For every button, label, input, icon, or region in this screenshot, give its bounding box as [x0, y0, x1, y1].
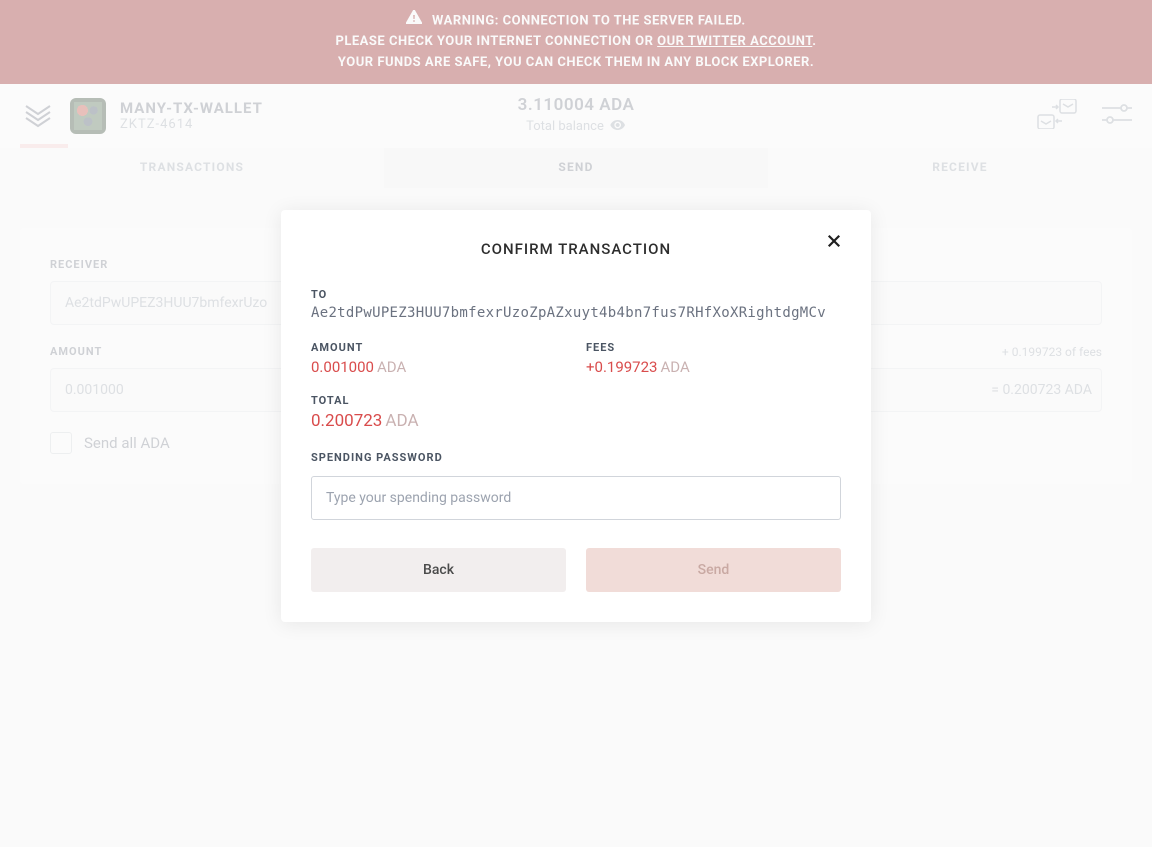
- modal-password-label: SPENDING PASSWORD: [311, 451, 841, 464]
- confirm-transaction-modal: CONFIRM TRANSACTION TO Ae2tdPwUPEZ3HUU7b…: [281, 210, 871, 622]
- modal-amount-currency: ADA: [377, 358, 406, 376]
- modal-overlay: CONFIRM TRANSACTION TO Ae2tdPwUPEZ3HUU7b…: [0, 0, 1152, 847]
- spending-password-input[interactable]: [311, 476, 841, 520]
- modal-to-label: TO: [311, 288, 841, 301]
- modal-title: CONFIRM TRANSACTION: [311, 240, 841, 258]
- modal-total-label: TOTAL: [311, 394, 841, 407]
- modal-fees-value: +0.199723: [586, 358, 657, 376]
- send-button[interactable]: Send: [586, 548, 841, 592]
- modal-total-currency: ADA: [385, 411, 418, 431]
- modal-total-value: 0.200723: [311, 411, 382, 431]
- close-icon[interactable]: [825, 232, 849, 256]
- modal-fees-currency: ADA: [660, 358, 689, 376]
- modal-fees-label: FEES: [586, 341, 841, 354]
- modal-amount-value: 0.001000: [311, 358, 374, 376]
- modal-amount-label: AMOUNT: [311, 341, 566, 354]
- modal-to-value: Ae2tdPwUPEZ3HUU7bmfexrUzoZpAZxuyt4b4bn7f…: [311, 305, 841, 321]
- back-button[interactable]: Back: [311, 548, 566, 592]
